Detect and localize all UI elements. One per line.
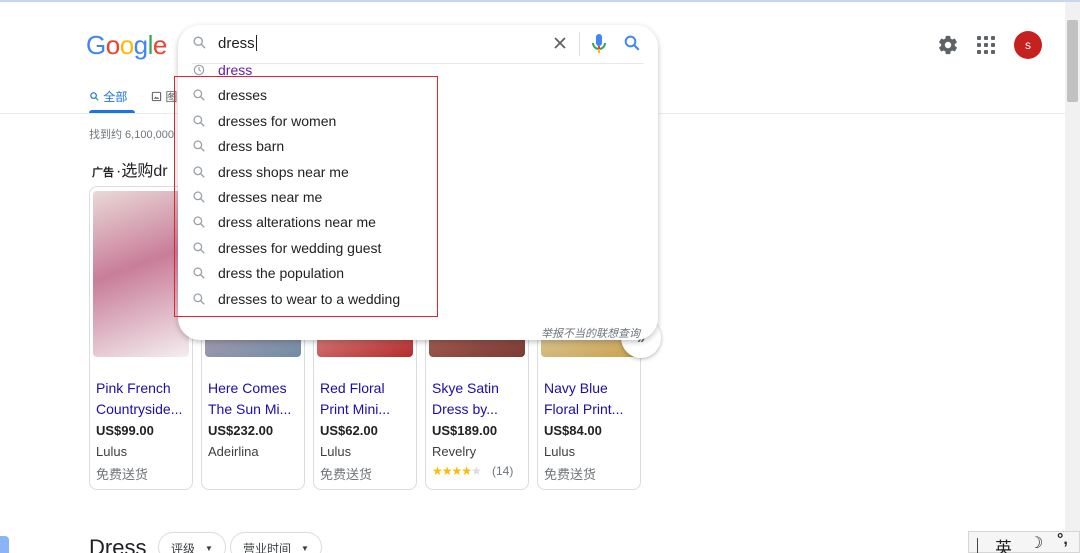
local-results-heading: Dress: [89, 535, 147, 553]
product-title[interactable]: Pink French Countryside...: [96, 378, 188, 420]
product-title-line: Dress by...: [432, 401, 498, 417]
product-store: Adeirlina: [208, 444, 259, 459]
product-title[interactable]: Skye Satin Dress by...: [432, 378, 524, 420]
apps-grid-icon[interactable]: [977, 36, 995, 54]
rating-stars: ★★★★★: [432, 464, 482, 478]
dropdown-arrow-icon: ▼: [301, 544, 309, 553]
logo-letter: g: [133, 30, 148, 60]
product-title-line: Skye Satin: [432, 380, 499, 396]
product-title-line: Pink French: [96, 380, 171, 396]
chip-label: 营业时间: [243, 542, 292, 553]
product-title-line: Here Comes: [208, 380, 287, 396]
product-title-line: Navy Blue: [544, 380, 608, 396]
chip-label: 评级: [171, 542, 196, 553]
product-price: US$232.00: [208, 423, 274, 438]
shipping-text: 免费送货: [96, 467, 149, 482]
tab-all-label: 全部: [103, 90, 128, 104]
product-title-line: Floral Print...: [544, 401, 624, 417]
product-store: Revelry: [432, 444, 477, 459]
product-store: Lulus: [96, 444, 128, 459]
search-input[interactable]: dress: [218, 35, 257, 52]
search-divider: [579, 32, 580, 56]
search-icon: [193, 36, 206, 49]
search-query-text: dress: [218, 35, 255, 52]
clear-icon[interactable]: [550, 33, 570, 53]
scrollbar-thumb[interactable]: [1067, 20, 1078, 102]
history-icon: [193, 64, 205, 76]
search-submit-icon[interactable]: [623, 34, 641, 52]
image-icon: [151, 91, 162, 102]
product-price: US$62.00: [320, 423, 378, 438]
logo-letter: o: [119, 30, 134, 60]
product-title-line: Print Mini...: [320, 401, 391, 417]
settings-gear-icon[interactable]: [937, 34, 959, 56]
product-price: US$189.00: [432, 423, 498, 438]
highlight-annotation-box: [174, 76, 438, 317]
logo-letter: G: [86, 30, 106, 60]
account-avatar[interactable]: s: [1014, 31, 1042, 59]
product-store: Lulus: [544, 444, 576, 459]
rating-filter-chip[interactable]: 评级 ▼: [158, 532, 226, 553]
report-predictions-link[interactable]: 举报不当的联想查询: [541, 325, 640, 341]
logo-letter: e: [152, 30, 167, 60]
product-price: US$99.00: [96, 423, 154, 438]
google-logo[interactable]: Google: [86, 30, 167, 61]
product-price: US$84.00: [544, 423, 602, 438]
shipping-text: 免费送货: [544, 467, 597, 482]
product-title[interactable]: Here Comes The Sun Mi...: [208, 378, 300, 420]
microphone-icon[interactable]: [591, 33, 607, 55]
moon-icon[interactable]: ☽: [1029, 533, 1043, 553]
review-count: (14): [492, 464, 514, 478]
logo-letter: o: [105, 30, 120, 60]
taskbar-edge: [0, 536, 9, 553]
ad-label: 广告: [92, 167, 114, 179]
shipping-text: 免费送货: [320, 467, 373, 482]
product-title-line: Countryside...: [96, 401, 183, 417]
result-stats: 找到约 6,100,000: [89, 129, 174, 141]
ime-language-toggle[interactable]: 英: [995, 534, 1012, 553]
product-title-line: Red Floral: [320, 380, 385, 396]
ads-heading: 广告 ·选购dr: [92, 157, 168, 181]
product-title-line: The Sun Mi...: [208, 401, 292, 417]
ime-toolbar[interactable]: 英 ☽ °,: [968, 531, 1080, 553]
tab-all[interactable]: 全部: [89, 88, 127, 105]
product-store: Lulus: [320, 444, 352, 459]
search-icon: [90, 92, 99, 101]
ime-handle: [977, 538, 978, 553]
dropdown-arrow-icon: ▼: [205, 544, 213, 553]
punctuation-toggle[interactable]: °,: [1057, 531, 1068, 549]
hours-filter-chip[interactable]: 营业时间 ▼: [230, 532, 322, 553]
text-caret: [255, 35, 257, 51]
product-title[interactable]: Navy Blue Floral Print...: [544, 378, 636, 420]
window-top-border: [0, 0, 1080, 2]
ads-heading-text: 选购dr: [121, 163, 168, 180]
product-title[interactable]: Red Floral Print Mini...: [320, 378, 412, 420]
